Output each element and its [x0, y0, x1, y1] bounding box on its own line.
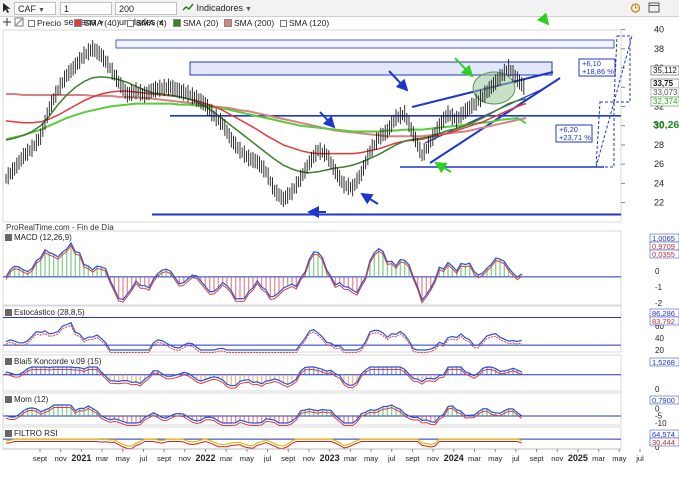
panel-swatch-icon [5, 396, 12, 403]
value-tag: 33,75 [650, 78, 679, 89]
y-tick-label: 26 [654, 159, 664, 169]
panel-value-tag-text: 0,7900 [652, 396, 675, 405]
x-tick-label: jul [139, 454, 148, 463]
x-tick-label: mar [592, 454, 605, 463]
x-axis: sept nov 2021 mar may jul sept nov 2022 mar may jul… [33, 449, 644, 463]
panel-label: Blai5 Koncorde v.09 (15) [14, 357, 102, 366]
panel-swatch-icon [5, 234, 12, 241]
signal-line [5, 440, 522, 450]
x-tick-label: nov [427, 454, 439, 463]
x-tick-label: nov [55, 454, 67, 463]
panel-label: Estocástico (28,8,5) [14, 308, 85, 317]
x-tick-label: mar [220, 454, 233, 463]
x-tick-label: 2024 [444, 453, 464, 463]
y-tick-label: 24 [654, 178, 664, 188]
panel-tick-label: 20 [655, 346, 664, 355]
panel-value-tag-text: 83,792 [652, 317, 675, 326]
panel-frame [2, 426, 622, 450]
annotation-line: +23,71 % [559, 133, 591, 142]
svg-text:32,374: 32,374 [653, 97, 678, 106]
indicator-line [5, 438, 522, 447]
y-tick-label: 22 [654, 198, 664, 208]
panel-macd: MACD (12,26,9)210-1-21,00650,97090,0355 [2, 230, 679, 308]
x-tick-label: jul [387, 454, 396, 463]
x-tick-label: mar [96, 454, 109, 463]
panel-tick-label: -2 [655, 299, 663, 308]
panel-blai: Blai5 Koncorde v.09 (15)2001,5268 [2, 354, 679, 394]
highlight-ellipse [472, 71, 516, 105]
value-tag: 33,073 [650, 87, 679, 98]
panel-swatch-icon [5, 309, 12, 316]
panel-tick-label: -10 [655, 419, 667, 428]
annotation-line: +18,86 % [582, 67, 614, 76]
x-tick-label: may [612, 454, 626, 463]
svg-text:33,073: 33,073 [653, 88, 678, 97]
panel-tick-label: -1 [655, 283, 663, 292]
value-tag: 35,112 [650, 65, 679, 76]
x-tick-label: may [240, 454, 254, 463]
x-tick-label: may [488, 454, 502, 463]
x-tick-label: nov [179, 454, 191, 463]
sma20-line [5, 75, 527, 174]
x-tick-label: 2023 [320, 453, 340, 463]
x-tick-label: 2021 [71, 453, 91, 463]
x-tick-label: jul [635, 454, 644, 463]
x-tick-label: jul [263, 454, 272, 463]
panel-value-tag-text: 30,444 [652, 438, 675, 447]
sma40-line [5, 90, 527, 155]
x-tick-label: jul [511, 454, 520, 463]
panel-tick-label: 0 [655, 267, 660, 276]
x-tick-label: nov [303, 454, 315, 463]
svg-text:33,75: 33,75 [653, 79, 674, 88]
panel-value-tag-text: 1,5268 [652, 358, 675, 367]
panel-tick-label: 0 [655, 385, 660, 394]
panel-swatch-icon [5, 430, 12, 437]
x-tick-label: 2025 [568, 453, 588, 463]
panel-label: Mom (12) [14, 395, 49, 404]
projection-line [595, 101, 615, 168]
resistance-zone [115, 39, 615, 49]
x-tick-label: 2022 [196, 453, 216, 463]
indicator-line [5, 322, 522, 351]
svg-text:35,112: 35,112 [653, 66, 677, 75]
x-tick-label: mar [344, 454, 357, 463]
panel-tick-label: 40 [655, 334, 664, 343]
panel-value-tag-text: 0,0355 [652, 250, 675, 259]
x-tick-label: sept [33, 454, 48, 463]
y-tick-label: 40 [654, 25, 664, 35]
panel-rsi: FILTRO RSI50064,57430,444 [2, 426, 679, 452]
arrow-icon [360, 192, 379, 205]
panel-label: MACD (12,26,9) [14, 233, 72, 242]
x-tick-label: may [116, 454, 130, 463]
x-tick-label: sept [281, 454, 296, 463]
panel-frame [2, 230, 622, 306]
x-tick-label: sept [157, 454, 172, 463]
arrow-icon [536, 12, 550, 26]
x-tick-label: sept [529, 454, 544, 463]
panel-stoch: Estocástico (28,8,5)8060402086,28683,792 [2, 305, 679, 355]
value-tag: 30,26 [653, 119, 679, 131]
x-tick-label: sept [405, 454, 420, 463]
value-tag: 32,374 [650, 96, 679, 107]
y-tick-label: 28 [654, 140, 664, 150]
x-tick-label: nov [551, 454, 563, 463]
panel-label: FILTRO RSI [14, 429, 57, 438]
arrow-icon [319, 111, 336, 129]
x-tick-label: may [364, 454, 378, 463]
x-tick-label: mar [468, 454, 481, 463]
svg-text:30,26: 30,26 [653, 119, 679, 131]
panel-mom: Mom (12)50-5-100,7900 [2, 392, 679, 428]
panel-swatch-icon [5, 358, 12, 365]
price-chart[interactable]: 40383634323028262422 +6,10 +18,86 % +6,2… [0, 0, 679, 491]
y-tick-label: 38 [654, 44, 664, 54]
